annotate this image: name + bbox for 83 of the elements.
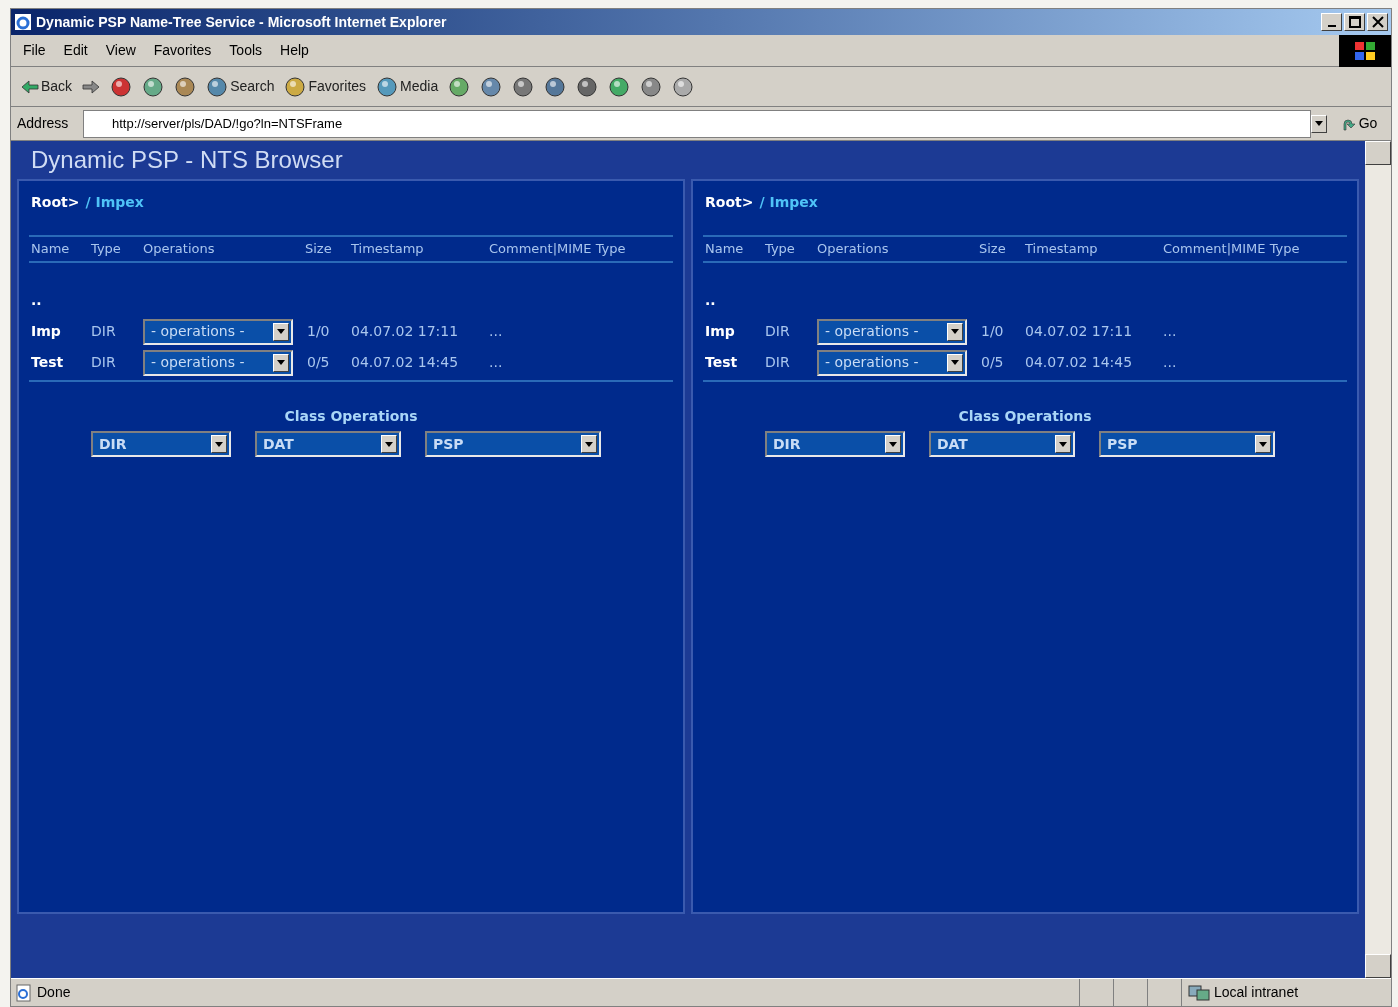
breadcrumb-root[interactable]: Root> <box>705 191 754 213</box>
column-header: Timestamp <box>351 240 425 259</box>
entry-name[interactable]: Imp <box>31 321 91 342</box>
column-header: Operations <box>143 240 216 259</box>
dropdown[interactable]: DAT <box>929 431 1075 457</box>
table-cell-text: ... <box>1163 353 1178 372</box>
menu-item[interactable]: Favorites <box>153 40 212 61</box>
maximize-button[interactable] <box>1344 13 1365 31</box>
close-icon <box>1371 16 1384 28</box>
entry-name[interactable]: Imp <box>705 321 765 342</box>
status-text: Done <box>37 983 71 1002</box>
address-label: Address <box>16 114 70 133</box>
table-cell-text: 1/0 <box>306 322 331 341</box>
intranet-icon <box>1188 983 1210 1002</box>
table-cell-text: ... <box>489 353 504 372</box>
table-cell-text: DIR <box>765 353 791 372</box>
table-cell-text: DIR <box>765 322 791 341</box>
address-field[interactable]: http://server/pls/DAD/!go?ln=NTSFrame <box>83 109 1311 138</box>
table-cell-text: 04.07.02 14:45 <box>1025 353 1134 372</box>
table-cell-text: 0/5 <box>980 353 1005 372</box>
maximize-icon <box>1348 16 1361 28</box>
column-header: Size <box>979 240 1007 259</box>
dropdown[interactable]: - operations - <box>143 349 293 376</box>
page-icon <box>15 983 33 1002</box>
circle-icon <box>672 75 695 98</box>
minimize-button[interactable] <box>1321 13 1342 31</box>
menu-item[interactable]: View <box>105 40 136 61</box>
toolbar-button[interactable]: Search <box>206 75 275 98</box>
zone-text: Local intranet <box>1214 983 1299 1002</box>
entry-name[interactable]: Test <box>705 352 765 373</box>
entry-name[interactable]: .. <box>705 290 765 311</box>
table-cell-text: 04.07.02 14:45 <box>351 353 460 372</box>
dropdown[interactable]: - operations - <box>817 318 967 345</box>
breadcrumb-path[interactable]: / Impex <box>759 191 818 213</box>
table-cell-text: ... <box>489 322 504 341</box>
entry-name[interactable]: .. <box>31 290 91 311</box>
toolbar-button[interactable]: Favorites <box>284 75 367 98</box>
close-button[interactable] <box>1367 13 1388 31</box>
arrow-icon <box>21 79 39 94</box>
dropdown[interactable]: PSP <box>1099 431 1275 457</box>
column-header: Comment|MIME Type <box>489 240 627 259</box>
menu-item[interactable]: Help <box>280 40 309 61</box>
table-cell-text: ... <box>1163 322 1178 341</box>
table-cell-text: 04.07.02 17:11 <box>351 322 460 341</box>
dropdown[interactable]: DAT <box>255 431 401 457</box>
table-cell-text: 1/0 <box>980 322 1005 341</box>
section-title: Class Operations <box>284 407 418 426</box>
dropdown[interactable]: PSP <box>425 431 601 457</box>
minimize-icon <box>1327 25 1336 27</box>
dropdown[interactable]: DIR <box>765 431 905 457</box>
column-header: Type <box>765 240 796 259</box>
column-header: Operations <box>817 240 890 259</box>
section-title: Class Operations <box>958 407 1092 426</box>
go-button[interactable]: Go <box>1327 113 1391 134</box>
menu-item[interactable]: File <box>23 40 46 61</box>
menu-item[interactable]: Edit <box>63 40 88 61</box>
column-header: Timestamp <box>1025 240 1099 259</box>
entry-name[interactable]: Test <box>31 352 91 373</box>
dropdown[interactable]: - operations - <box>143 318 293 345</box>
arrow-icon <box>82 79 101 94</box>
breadcrumb-path[interactable]: / Impex <box>85 191 144 213</box>
table-cell-text: DIR <box>91 353 117 372</box>
toolbar-button[interactable]: Back <box>21 76 73 97</box>
column-header: Comment|MIME Type <box>1163 240 1301 259</box>
toolbar-button[interactable] <box>82 79 101 94</box>
table-cell-text: DIR <box>91 322 117 341</box>
toolbar-button[interactable] <box>672 75 695 98</box>
column-header: Name <box>705 240 745 259</box>
menu-item[interactable]: Tools <box>229 40 263 61</box>
table-cell-text: 04.07.02 17:11 <box>1025 322 1134 341</box>
toolbar-button[interactable]: Media <box>376 75 439 98</box>
scrollbar[interactable] <box>1365 141 1391 978</box>
column-header: Name <box>31 240 71 259</box>
windows-logo-icon <box>1339 34 1391 67</box>
dropdown[interactable]: DIR <box>91 431 231 457</box>
column-header: Type <box>91 240 122 259</box>
window-title: Dynamic PSP Name-Tree Service - Microsoft Internet Explorer <box>36 12 447 32</box>
breadcrumb-root[interactable]: Root> <box>31 191 80 213</box>
page-title: Dynamic PSP - NTS Browser <box>30 145 344 175</box>
column-header: Size <box>305 240 333 259</box>
table-cell-text: 0/5 <box>306 353 331 372</box>
dropdown[interactable]: - operations - <box>817 349 967 376</box>
browser-icon <box>14 13 32 31</box>
